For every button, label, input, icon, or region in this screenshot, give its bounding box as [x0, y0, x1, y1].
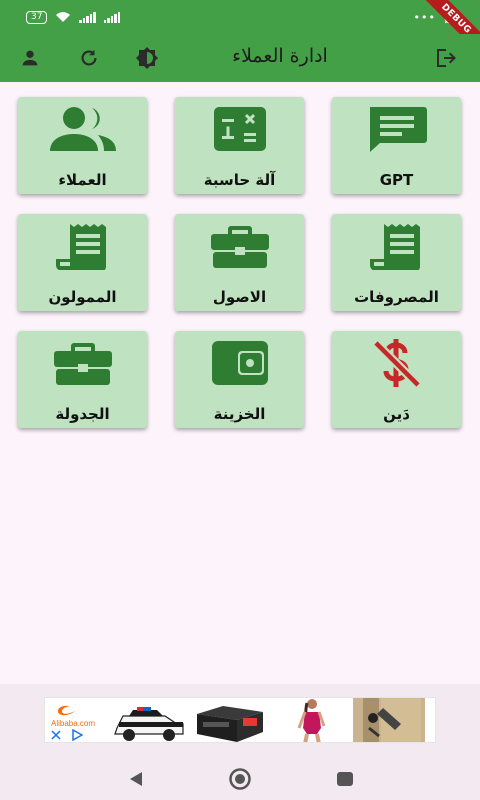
tile-label: الاصول [212, 288, 267, 306]
theme-icon[interactable] [133, 44, 161, 72]
refresh-icon[interactable] [75, 44, 103, 72]
tile-gpt[interactable]: GPT [332, 97, 461, 194]
ad-image-swimsuit [271, 698, 353, 742]
tile-debt[interactable]: دَين [332, 331, 461, 428]
tile-label: دَين [383, 405, 410, 423]
battery-icon: 37 [26, 10, 48, 24]
close-icon[interactable] [51, 730, 61, 740]
people-icon [48, 105, 118, 153]
tile-expenses[interactable]: المصروفات [332, 214, 461, 311]
tile-label: الممولون [48, 288, 117, 306]
person-icon[interactable] [16, 44, 44, 72]
ad-brand: Alibaba.com [51, 719, 96, 728]
tile-customers[interactable]: العملاء [18, 97, 147, 194]
app-bar: ادارة العملاء [0, 34, 480, 82]
ad-area: Alibaba.com [0, 684, 480, 756]
more-dots-icon: ••• [413, 10, 436, 24]
system-nav-bar [0, 756, 480, 800]
tile-label: العملاء [58, 171, 107, 189]
tile-assets[interactable]: الاصول [175, 214, 304, 311]
ad-image-wood-tool [353, 698, 425, 742]
back-icon[interactable] [126, 769, 146, 789]
signal-icon [79, 11, 96, 23]
tile-calculator[interactable]: آلة حاسبة [175, 97, 304, 194]
tile-schedule[interactable]: الجدولة [18, 331, 147, 428]
status-left: 37 [26, 10, 121, 24]
dashboard-grid: GPT آلة حاسبة العملاء المصروفات الاصول ا… [18, 97, 461, 428]
signal-icon-2 [103, 11, 121, 23]
briefcase-icon [52, 339, 114, 387]
page-title: ادارة العملاء [232, 45, 328, 67]
ad-image-battery-box [189, 698, 271, 742]
home-icon[interactable] [228, 767, 252, 791]
alibaba-logo: Alibaba.com [45, 698, 107, 742]
status-bar: 37 ••• DEBUG [0, 0, 480, 61]
calculator-icon [212, 105, 268, 153]
adchoices-icon[interactable] [71, 729, 83, 741]
tile-label: آلة حاسبة [203, 171, 276, 189]
tile-label: الخزينة [213, 405, 266, 423]
money-off-icon [372, 339, 422, 387]
tile-label: الجدولة [55, 405, 110, 423]
ad-banner[interactable]: Alibaba.com [44, 697, 436, 743]
logout-icon[interactable] [432, 44, 460, 72]
tile-treasury[interactable]: الخزينة [175, 331, 304, 428]
wallet-icon [210, 339, 270, 387]
chat-icon [366, 105, 428, 153]
receipt-icon [54, 222, 112, 270]
tile-funders[interactable]: الممولون [18, 214, 147, 311]
receipt-icon [368, 222, 426, 270]
tile-label: المصروفات [354, 288, 439, 306]
battery-level: 37 [31, 12, 43, 22]
wifi-icon [56, 12, 71, 22]
briefcase-icon [209, 222, 271, 270]
tile-label: GPT [379, 171, 414, 189]
recents-icon[interactable] [335, 769, 355, 789]
ad-image-police-car [107, 698, 189, 742]
